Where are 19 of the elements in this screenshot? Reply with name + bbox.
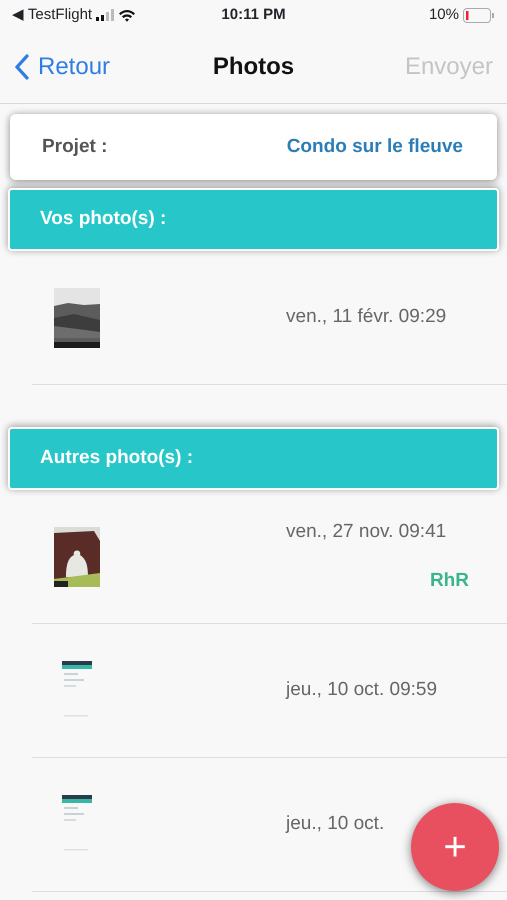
section-header: Vos photo(s) : [8,188,499,251]
chevron-left-icon [14,54,30,80]
clock: 10:11 PM [221,4,286,25]
project-label: Projet : [42,134,108,159]
photo-date: ven., 27 nov. 09:41 [286,520,446,544]
project-name[interactable]: Condo sur le fleuve [286,132,463,162]
add-button[interactable]: + [411,803,499,891]
battery-percent: 10% [428,4,459,25]
photo-date: jeu., 10 oct. [286,812,384,836]
photo-date: jeu., 10 oct. 09:59 [286,678,438,702]
author-name: RhR [430,568,469,592]
back-to-app-link[interactable]: ◀ TestFlight [12,4,92,26]
battery-icon [463,8,495,22]
wifi-icon [118,8,136,22]
signal-icon [96,9,114,21]
section-header: Autres photo(s) : [8,427,499,490]
photo-date: ven., 11 févr. 09:29 [286,305,446,330]
back-button[interactable]: Retour [14,48,174,84]
screen-title: Photos [212,52,294,82]
